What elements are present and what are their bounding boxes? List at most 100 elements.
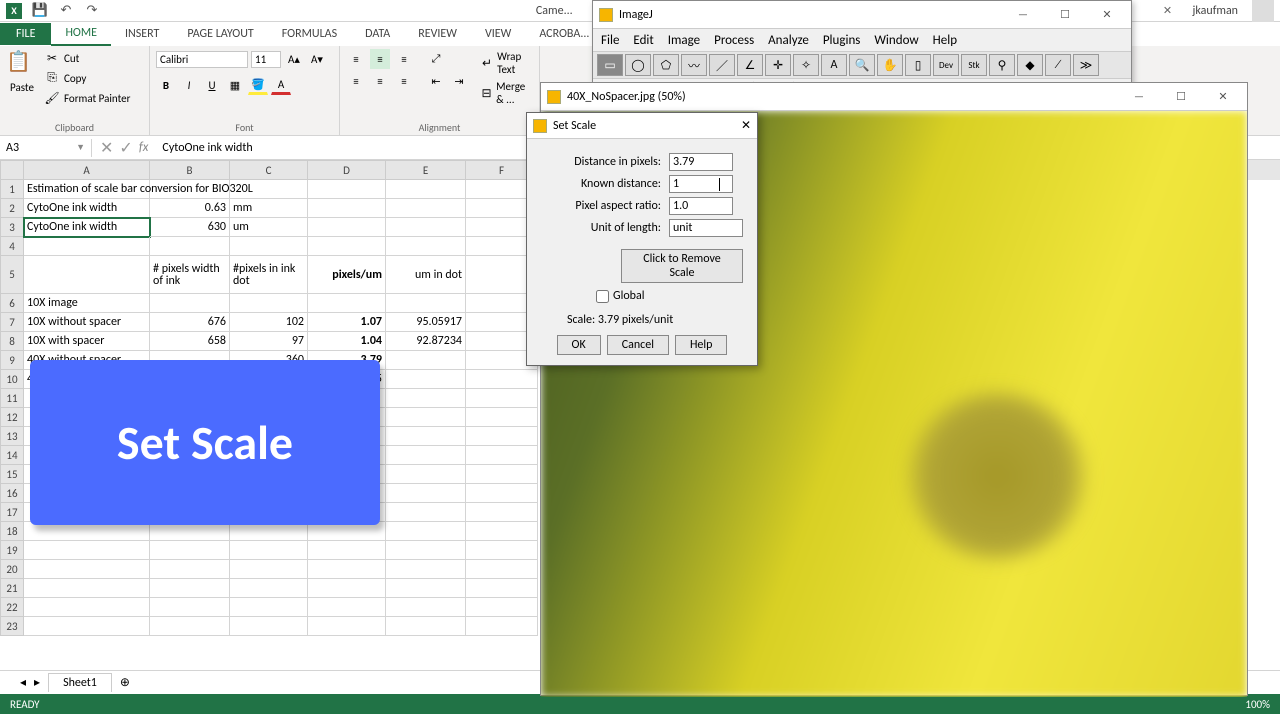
menu-analyze[interactable]: Analyze: [768, 33, 809, 48]
distance-input[interactable]: [669, 153, 733, 171]
maximize-icon[interactable]: ☐: [1163, 85, 1199, 109]
menu-edit[interactable]: Edit: [633, 33, 653, 48]
column-header[interactable]: C: [230, 160, 308, 180]
row-header[interactable]: 4: [0, 237, 24, 256]
row-header[interactable]: 5: [0, 256, 24, 294]
cell[interactable]: 1.07: [308, 313, 386, 332]
bold-button[interactable]: B: [156, 75, 176, 95]
cell[interactable]: [386, 617, 466, 636]
increase-indent-icon[interactable]: ⇥: [449, 71, 469, 91]
more-tools-icon[interactable]: ≫: [1073, 54, 1099, 76]
cell[interactable]: Estimation of scale bar conversion for B…: [24, 180, 150, 199]
wand-tool-icon[interactable]: ✧: [793, 54, 819, 76]
cell[interactable]: [466, 503, 538, 522]
brush-tool-icon[interactable]: ∕: [1045, 54, 1071, 76]
cell[interactable]: [308, 294, 386, 313]
cell[interactable]: CytoOne ink width: [24, 199, 150, 218]
cell[interactable]: CytoOne ink width: [24, 218, 150, 237]
cell[interactable]: [386, 180, 466, 199]
cell[interactable]: [150, 237, 230, 256]
close-icon[interactable]: ✕: [1153, 0, 1183, 22]
cell[interactable]: [386, 541, 466, 560]
cell[interactable]: # pixels width of ink: [150, 256, 230, 294]
tab-file[interactable]: FILE: [0, 23, 51, 45]
cell[interactable]: 630: [150, 218, 230, 237]
menu-process[interactable]: Process: [714, 33, 754, 48]
row-header[interactable]: 10: [0, 370, 24, 389]
column-header[interactable]: A: [24, 160, 150, 180]
save-icon[interactable]: 💾: [32, 3, 48, 19]
close-icon[interactable]: ✕: [741, 118, 751, 133]
menu-plugins[interactable]: Plugins: [823, 33, 861, 48]
paste-button[interactable]: 📋Paste: [6, 49, 38, 94]
row-header[interactable]: 22: [0, 598, 24, 617]
orientation-icon[interactable]: ⤢: [426, 49, 446, 69]
cell[interactable]: [24, 237, 150, 256]
row-header[interactable]: 3: [0, 218, 24, 237]
menu-help[interactable]: Help: [933, 33, 957, 48]
row-header[interactable]: 8: [0, 332, 24, 351]
sheet-nav-left-icon[interactable]: ◂: [20, 675, 26, 690]
known-distance-input[interactable]: [669, 175, 733, 193]
font-size-select[interactable]: [251, 51, 281, 68]
minimize-icon[interactable]: —: [1005, 3, 1041, 27]
tab-page-layout[interactable]: PAGE LAYOUT: [173, 23, 267, 45]
cell[interactable]: [386, 560, 466, 579]
cell[interactable]: [24, 560, 150, 579]
cell[interactable]: [230, 617, 308, 636]
select-all-corner[interactable]: [0, 160, 24, 180]
enter-formula-icon[interactable]: ✓: [119, 138, 132, 158]
row-header[interactable]: 1: [0, 180, 24, 199]
underline-button[interactable]: U: [202, 75, 222, 95]
fx-icon[interactable]: fx: [139, 140, 149, 155]
cell[interactable]: [24, 541, 150, 560]
cell[interactable]: [386, 484, 466, 503]
column-header[interactable]: E: [386, 160, 466, 180]
cell[interactable]: [386, 370, 466, 389]
zoom-level[interactable]: 100%: [1245, 698, 1270, 711]
cell[interactable]: [230, 598, 308, 617]
avatar[interactable]: [1252, 0, 1274, 22]
menu-file[interactable]: File: [601, 33, 619, 48]
cell[interactable]: [230, 294, 308, 313]
cell[interactable]: [466, 522, 538, 541]
cell[interactable]: [24, 617, 150, 636]
line-tool-icon[interactable]: ／: [709, 54, 735, 76]
minimize-icon[interactable]: —: [1121, 85, 1157, 109]
tab-review[interactable]: REVIEW: [404, 23, 471, 45]
tab-home[interactable]: HOME: [51, 22, 111, 46]
cell[interactable]: [466, 484, 538, 503]
cancel-button[interactable]: Cancel: [607, 335, 669, 355]
cell[interactable]: [150, 560, 230, 579]
cell[interactable]: [308, 560, 386, 579]
menu-image[interactable]: Image: [668, 33, 700, 48]
cut-button[interactable]: ✂Cut: [42, 49, 132, 67]
shrink-font-icon[interactable]: A▾: [307, 49, 327, 69]
font-name-select[interactable]: [156, 51, 248, 68]
align-top-icon[interactable]: ≡: [346, 49, 366, 69]
cell[interactable]: [230, 237, 308, 256]
align-middle-icon[interactable]: ≡: [370, 49, 390, 69]
column-header[interactable]: B: [150, 160, 230, 180]
cell[interactable]: [308, 180, 386, 199]
cell[interactable]: [386, 237, 466, 256]
row-header[interactable]: 11: [0, 389, 24, 408]
cell[interactable]: 676: [150, 313, 230, 332]
cell[interactable]: 95.05917: [386, 313, 466, 332]
cell[interactable]: [24, 598, 150, 617]
menu-window[interactable]: Window: [874, 33, 918, 48]
cell[interactable]: [308, 579, 386, 598]
zoom-tool-icon[interactable]: 🔍: [849, 54, 875, 76]
align-bottom-icon[interactable]: ≡: [394, 49, 414, 69]
redo-icon[interactable]: ↷: [84, 3, 100, 19]
cell[interactable]: [308, 199, 386, 218]
cell[interactable]: [466, 389, 538, 408]
cell[interactable]: 92.87234: [386, 332, 466, 351]
cell[interactable]: 10X with spacer: [24, 332, 150, 351]
italic-button[interactable]: I: [179, 75, 199, 95]
cell[interactable]: [386, 218, 466, 237]
row-header[interactable]: 2: [0, 199, 24, 218]
cell[interactable]: [466, 579, 538, 598]
cell[interactable]: 1.04: [308, 332, 386, 351]
cell[interactable]: [150, 617, 230, 636]
